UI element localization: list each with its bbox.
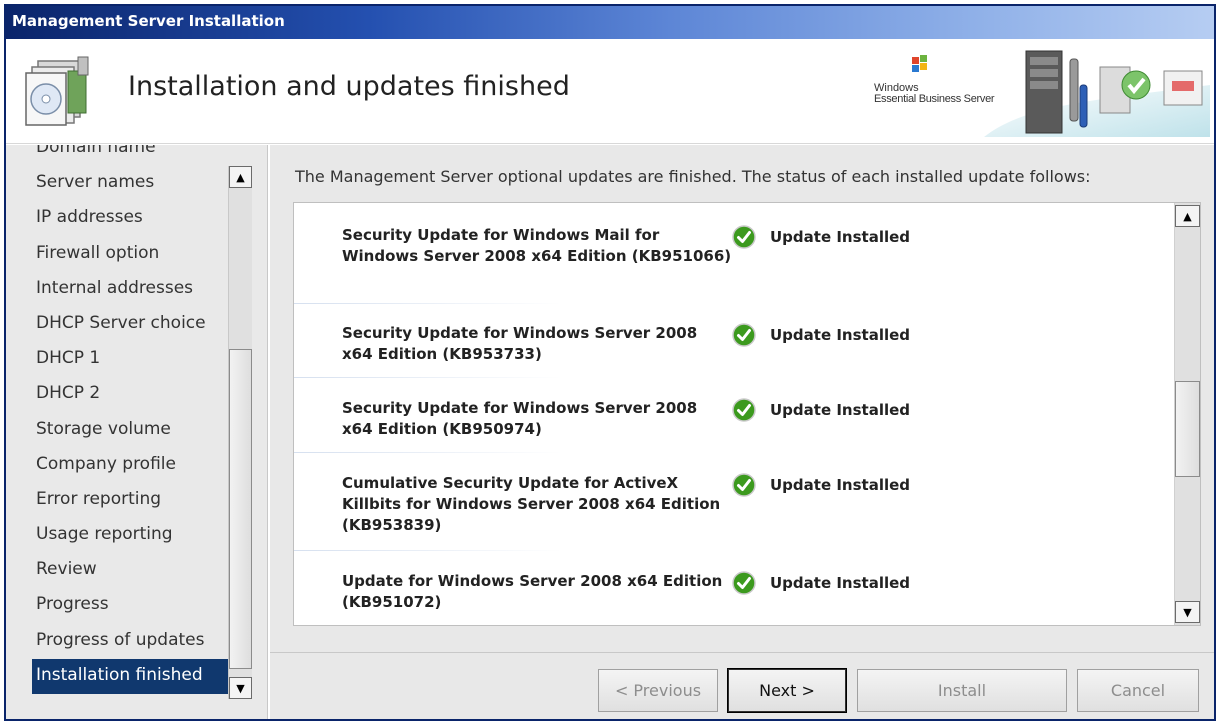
intro-text: The Management Server optional updates a… <box>295 167 1091 186</box>
sidebar-item-company-profile[interactable]: Company profile <box>32 448 228 483</box>
update-status: Update Installed <box>732 398 910 422</box>
sidebar-item-progress-of-updates[interactable]: Progress of updates <box>32 624 228 659</box>
check-icon <box>732 571 756 595</box>
update-status: Update Installed <box>732 225 910 249</box>
cancel-button[interactable]: Cancel <box>1077 669 1199 712</box>
sidebar-item-usage-reporting[interactable]: Usage reporting <box>32 518 228 553</box>
updates-scrollbar[interactable]: ▲ ▼ <box>1174 203 1200 625</box>
title-bar[interactable]: Management Server Installation <box>6 6 1214 39</box>
sidebar-item-internal-addresses[interactable]: Internal addresses <box>32 272 228 307</box>
sidebar-item-installation-finished[interactable]: Installation finished <box>32 658 228 694</box>
updates-list: Security Update for Windows Mail for Win… <box>293 202 1201 626</box>
brand-line-2: Essential Business Server <box>874 93 995 105</box>
sidebar-item-dhcp-2[interactable]: DHCP 2 <box>32 377 228 412</box>
update-name: Security Update for Windows Server 2008 … <box>342 324 698 363</box>
steps-list: Domain name Server names IP addresses Fi… <box>32 145 228 719</box>
previous-button[interactable]: < Previous <box>598 669 718 712</box>
sidebar-item-domain-name[interactable]: Domain name <box>32 145 228 166</box>
check-icon <box>732 323 756 347</box>
wizard-header: Installation and updates finished Window… <box>6 39 1214 144</box>
sidebar-scroll-thumb[interactable] <box>229 349 252 669</box>
update-status-text: Update Installed <box>770 228 911 246</box>
update-status: Update Installed <box>732 473 910 497</box>
list-item: Update for Windows Server 2008 x64 Editi… <box>294 549 1174 625</box>
installer-window: Management Server Installation Installat… <box>4 4 1216 721</box>
scroll-down-arrow-icon[interactable]: ▼ <box>229 677 252 699</box>
sidebar-item-error-reporting[interactable]: Error reporting <box>32 483 228 518</box>
update-name: Security Update for Windows Server 2008 … <box>342 399 698 438</box>
sidebar-item-dhcp-1[interactable]: DHCP 1 <box>32 342 228 377</box>
brand-banner: Windows Essential Business Server <box>874 45 1210 137</box>
sidebar-item-ip-addresses[interactable]: IP addresses <box>32 201 228 236</box>
list-item: Cumulative Security Update for ActiveX K… <box>294 451 1174 551</box>
wizard-footer: < Previous Next > Install Cancel <box>270 652 1214 719</box>
update-status: Update Installed <box>732 571 910 595</box>
update-status: Update Installed <box>732 323 910 347</box>
check-icon <box>732 398 756 422</box>
window-title: Management Server Installation <box>12 12 285 30</box>
check-icon <box>732 225 756 249</box>
update-status-text: Update Installed <box>770 476 911 494</box>
scroll-up-arrow-icon[interactable]: ▲ <box>1175 205 1200 227</box>
scroll-down-arrow-icon[interactable]: ▼ <box>1175 601 1200 623</box>
brand-text: Windows Essential Business Server <box>874 83 995 105</box>
check-icon <box>732 473 756 497</box>
updates-scroll-thumb[interactable] <box>1175 381 1200 477</box>
sidebar-scrollbar[interactable]: ▲ ▼ <box>228 166 252 699</box>
sidebar-item-dhcp-server-choice[interactable]: DHCP Server choice <box>32 307 228 342</box>
sidebar-item-storage-volume[interactable]: Storage volume <box>32 413 228 448</box>
next-button[interactable]: Next > <box>727 668 847 713</box>
update-name: Security Update for Windows Mail for Win… <box>342 226 732 265</box>
sidebar-item-server-names[interactable]: Server names <box>32 166 228 201</box>
update-name: Cumulative Security Update for ActiveX K… <box>342 474 721 534</box>
sidebar-item-progress[interactable]: Progress <box>32 588 228 623</box>
update-status-text: Update Installed <box>770 326 911 344</box>
sidebar-item-review[interactable]: Review <box>32 553 228 588</box>
install-button[interactable]: Install <box>857 669 1067 712</box>
update-name: Update for Windows Server 2008 x64 Editi… <box>342 572 723 611</box>
list-item: Security Update for Windows Server 2008 … <box>294 376 1174 453</box>
main-panel: The Management Server optional updates a… <box>270 145 1214 719</box>
scroll-up-arrow-icon[interactable]: ▲ <box>229 166 252 188</box>
list-item: Security Update for Windows Mail for Win… <box>294 203 1174 304</box>
list-item: Security Update for Windows Server 2008 … <box>294 301 1174 378</box>
page-title: Installation and updates finished <box>128 71 570 102</box>
setup-package-icon <box>25 56 89 126</box>
sidebar-item-firewall-option[interactable]: Firewall option <box>32 237 228 272</box>
update-status-text: Update Installed <box>770 401 911 419</box>
update-status-text: Update Installed <box>770 574 911 592</box>
wizard-steps-sidebar: Domain name Server names IP addresses Fi… <box>6 145 268 719</box>
